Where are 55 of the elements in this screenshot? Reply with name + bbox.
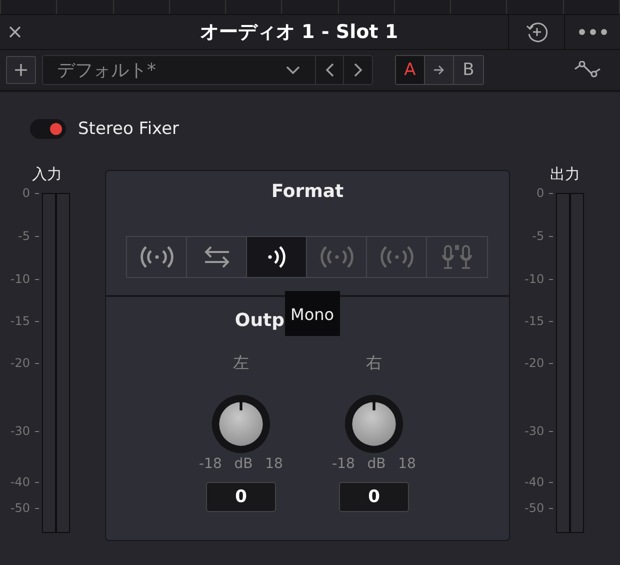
scale-label: -20 xyxy=(10,356,30,370)
gain-knob[interactable] xyxy=(210,394,271,454)
scale-label: 0 xyxy=(22,186,30,200)
section-title: Outp xyxy=(234,310,285,331)
add-button[interactable] xyxy=(6,56,36,84)
meter-label: 入力 xyxy=(32,165,62,185)
scale-label: -15 xyxy=(10,314,30,328)
max-label: 18 xyxy=(265,456,283,472)
format-option[interactable] xyxy=(247,237,308,277)
max-label: 18 xyxy=(398,456,416,472)
scale-label: -5 xyxy=(18,229,30,244)
meter-label: 出力 xyxy=(550,165,580,185)
chevron-left-icon xyxy=(324,62,334,78)
gain-value-field[interactable]: 0 xyxy=(206,482,276,512)
section-title: Format xyxy=(271,181,344,202)
a-button[interactable]: A xyxy=(396,56,425,84)
microphones-icon xyxy=(441,243,474,271)
history-plus-icon xyxy=(524,20,548,44)
swap-arrows-icon xyxy=(202,245,231,269)
scale-label: -10 xyxy=(10,272,30,286)
power-toggle[interactable] xyxy=(30,119,66,139)
scale-label: -15 xyxy=(524,314,544,328)
scale-label: -40 xyxy=(524,475,544,489)
curve-icon xyxy=(574,61,602,79)
unit-label: dB xyxy=(367,456,386,472)
scale-label: -30 xyxy=(10,424,30,438)
scale-label: -30 xyxy=(524,424,544,438)
gain-value-field[interactable]: 0 xyxy=(338,482,409,512)
min-label: -18 xyxy=(332,456,355,472)
scale-label: -20 xyxy=(524,356,544,370)
close-icon xyxy=(8,25,22,39)
min-label: -18 xyxy=(198,456,222,472)
broadcast-icon xyxy=(378,244,415,270)
scale-label: -50 xyxy=(10,500,30,515)
broadcast-icon xyxy=(318,244,355,270)
chevron-down-icon xyxy=(285,65,301,75)
scale-label: -5 xyxy=(532,229,544,244)
scale-label: -10 xyxy=(524,272,544,286)
plus-icon xyxy=(14,63,28,77)
copy-a-to-b-button[interactable] xyxy=(425,56,454,84)
unit-label: dB xyxy=(234,456,253,472)
broadcast-icon xyxy=(138,244,175,270)
tooltip: Mono xyxy=(284,291,340,336)
scale-label: -40 xyxy=(10,475,30,489)
arrow-right-icon xyxy=(433,65,445,75)
scale-label: -50 xyxy=(524,500,544,515)
channel-label: 左 xyxy=(232,353,249,374)
more-icon xyxy=(578,28,608,36)
window-title: オーディオ 1 - Slot 1 xyxy=(198,20,400,45)
scale-label: 0 xyxy=(536,186,544,200)
plugin-name: Stereo Fixer xyxy=(78,119,180,139)
gain-knob[interactable] xyxy=(344,394,404,454)
chevron-right-icon xyxy=(353,62,363,78)
channel-label: 右 xyxy=(366,353,382,374)
b-button[interactable]: B xyxy=(454,56,483,84)
